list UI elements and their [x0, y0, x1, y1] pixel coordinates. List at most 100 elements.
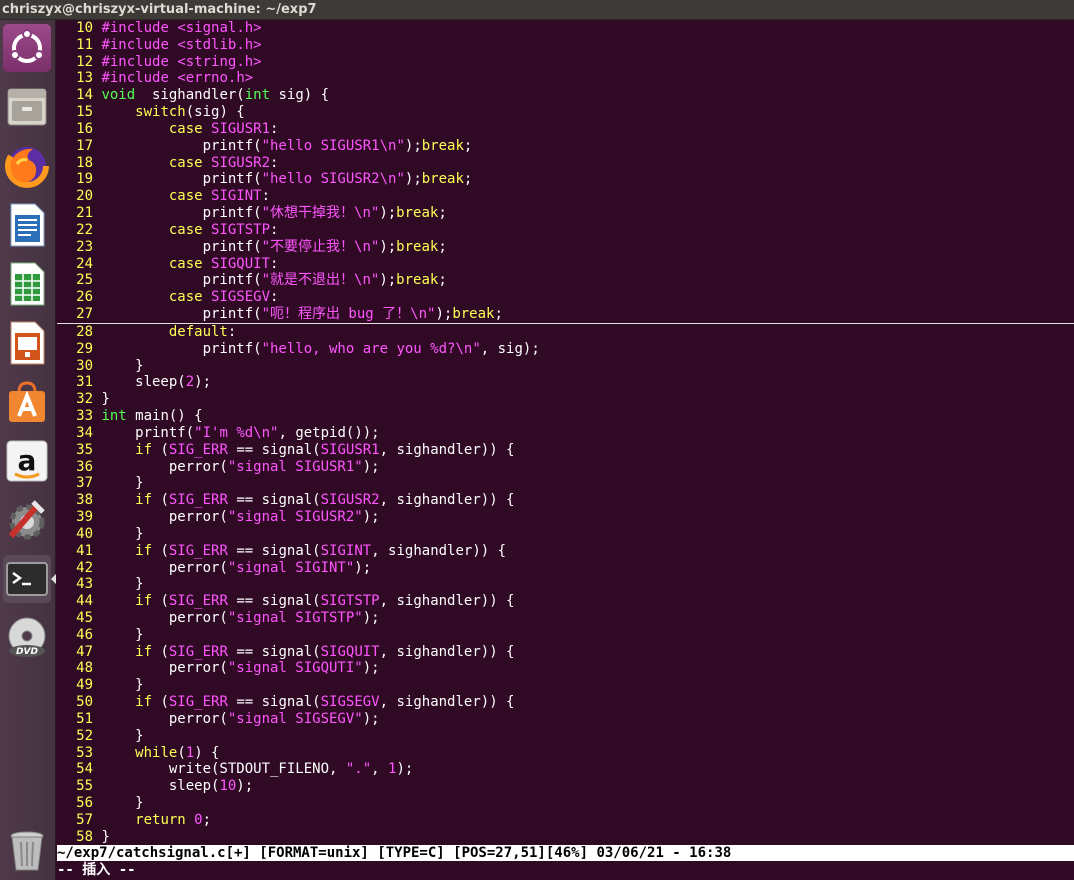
- code-line[interactable]: 54 write(STDOUT_FILENO, ".", 1);: [57, 761, 1074, 778]
- vim-editor-buffer[interactable]: 10 #include <signal.h> 11 #include <stdli…: [57, 20, 1074, 845]
- amazon-icon[interactable]: a: [3, 437, 51, 485]
- code-token: "signal SIGSEGV": [227, 710, 363, 727]
- libreoffice-impress-icon[interactable]: [3, 319, 51, 367]
- code-line[interactable]: 57 return 0;: [57, 812, 1074, 829]
- code-token: == signal(: [227, 492, 321, 509]
- code-line[interactable]: 39 perror("signal SIGUSR2");: [57, 509, 1074, 526]
- code-token: SIG_ERR: [168, 542, 228, 559]
- code-token: );: [404, 171, 422, 188]
- code-line[interactable]: 55 sleep(10);: [57, 778, 1074, 795]
- code-token: , sighandler)) {: [379, 593, 515, 610]
- line-number: 50: [76, 694, 93, 711]
- code-token: perror(: [93, 609, 228, 626]
- code-line[interactable]: 33 int main() {: [57, 408, 1074, 425]
- software-center-icon[interactable]: [3, 378, 51, 426]
- line-number: 23: [76, 238, 93, 255]
- libreoffice-calc-icon[interactable]: [3, 260, 51, 308]
- code-line[interactable]: 16 case SIGUSR1:: [57, 121, 1074, 138]
- code-line[interactable]: 19 printf("hello SIGUSR2\n");break;: [57, 171, 1074, 188]
- code-line[interactable]: 30 }: [57, 358, 1074, 375]
- code-line[interactable]: 44 if (SIG_ERR == signal(SIGTSTP, sighan…: [57, 593, 1074, 610]
- code-line[interactable]: 23 printf("不要停止我！\n");break;: [57, 239, 1074, 256]
- dvd-icon[interactable]: DVD: [3, 614, 51, 662]
- code-line[interactable]: 26 case SIGSEGV:: [57, 289, 1074, 306]
- code-line[interactable]: 29 printf("hello, who are you %d?\n", si…: [57, 341, 1074, 358]
- code-line[interactable]: 17 printf("hello SIGUSR1\n");break;: [57, 138, 1074, 155]
- code-line[interactable]: 45 perror("signal SIGTSTP");: [57, 610, 1074, 627]
- code-token: }: [93, 677, 144, 694]
- code-line[interactable]: 12 #include <string.h>: [57, 54, 1074, 71]
- code-line[interactable]: 46 }: [57, 627, 1074, 644]
- code-line[interactable]: 38 if (SIG_ERR == signal(SIGUSR2, sighan…: [57, 492, 1074, 509]
- code-token: #include: [101, 53, 169, 70]
- code-token: ;: [438, 238, 447, 255]
- code-line[interactable]: 13 #include <errno.h>: [57, 70, 1074, 87]
- code-line[interactable]: 58 }: [57, 829, 1074, 845]
- code-token: ": [396, 137, 405, 154]
- code-line[interactable]: 37 }: [57, 475, 1074, 492]
- code-line[interactable]: 20 case SIGINT:: [57, 188, 1074, 205]
- code-token: }: [101, 828, 110, 845]
- code-line[interactable]: 11 #include <stdlib.h>: [57, 37, 1074, 54]
- code-line[interactable]: 47 if (SIG_ERR == signal(SIGQUIT, sighan…: [57, 644, 1074, 661]
- code-line[interactable]: 51 perror("signal SIGSEGV");: [57, 711, 1074, 728]
- code-line[interactable]: 21 printf("休想干掉我！\n");break;: [57, 205, 1074, 222]
- code-line[interactable]: 24 case SIGQUIT:: [57, 256, 1074, 273]
- code-token: SIGINT: [211, 188, 262, 205]
- code-token: );: [362, 458, 380, 475]
- code-token: printf(: [93, 306, 262, 323]
- code-token: perror(: [93, 710, 228, 727]
- code-line[interactable]: 34 printf("I'm %d\n", getpid());: [57, 425, 1074, 442]
- code-token: SIGUSR1: [320, 441, 380, 458]
- code-token: printf(: [93, 272, 262, 289]
- system-settings-icon[interactable]: [3, 496, 51, 544]
- code-line[interactable]: 42 perror("signal SIGINT");: [57, 560, 1074, 577]
- code-token: (: [152, 643, 169, 660]
- code-line[interactable]: 32 }: [57, 391, 1074, 408]
- line-number: 47: [76, 643, 93, 660]
- code-line[interactable]: 56 }: [57, 795, 1074, 812]
- code-line[interactable]: 52 }: [57, 728, 1074, 745]
- code-token: sighandler(: [135, 87, 245, 104]
- code-line[interactable]: 10 #include <signal.h>: [57, 20, 1074, 37]
- ubuntu-dash-icon[interactable]: [3, 24, 51, 72]
- code-line[interactable]: 49 }: [57, 677, 1074, 694]
- code-line[interactable]: 31 sleep(2);: [57, 374, 1074, 391]
- libreoffice-writer-icon[interactable]: [3, 201, 51, 249]
- code-line[interactable]: 36 perror("signal SIGUSR1");: [57, 459, 1074, 476]
- code-token: :: [270, 255, 279, 272]
- code-line[interactable]: 22 case SIGTSTP:: [57, 222, 1074, 239]
- code-token: ;: [463, 171, 473, 188]
- code-token: sleep(: [93, 778, 220, 795]
- code-line[interactable]: 43 }: [57, 576, 1074, 593]
- code-token: main() {: [126, 408, 203, 425]
- code-line[interactable]: 53 while(1) {: [57, 745, 1074, 762]
- code-line[interactable]: 28 default:: [57, 324, 1074, 341]
- code-line[interactable]: 15 switch(sig) {: [57, 104, 1074, 121]
- code-line[interactable]: 25 printf("就是不退出！\n");break;: [57, 272, 1074, 289]
- code-line[interactable]: 41 if (SIG_ERR == signal(SIGINT, sighand…: [57, 543, 1074, 560]
- code-token: printf(: [93, 424, 195, 441]
- code-token: "I'm: [194, 424, 237, 441]
- code-token: SIG_ERR: [168, 694, 228, 711]
- files-icon[interactable]: [3, 83, 51, 131]
- code-line-cursor[interactable]: 27 printf("呃！程序出 bug 了！\n");break;: [57, 306, 1074, 324]
- line-number: 29: [76, 340, 93, 357]
- code-token: ".": [345, 761, 372, 778]
- code-token: void: [101, 87, 136, 104]
- line-number: 26: [76, 289, 93, 306]
- firefox-icon[interactable]: [3, 142, 51, 190]
- code-token: perror(: [93, 559, 228, 576]
- code-line[interactable]: 18 case SIGUSR2:: [57, 155, 1074, 172]
- trash-icon[interactable]: [3, 826, 51, 874]
- code-token: if: [135, 542, 153, 559]
- code-line[interactable]: 35 if (SIG_ERR == signal(SIGUSR1, sighan…: [57, 442, 1074, 459]
- code-line[interactable]: 48 perror("signal SIGQUTI");: [57, 660, 1074, 677]
- line-number: 43: [76, 576, 93, 593]
- terminal-icon[interactable]: [3, 555, 51, 603]
- code-token: if: [135, 492, 153, 509]
- code-line[interactable]: 14 void sighandler(int sig) {: [57, 87, 1074, 104]
- code-line[interactable]: 40 }: [57, 526, 1074, 543]
- code-line[interactable]: 50 if (SIG_ERR == signal(SIGSEGV, sighan…: [57, 694, 1074, 711]
- code-token: );: [379, 272, 397, 289]
